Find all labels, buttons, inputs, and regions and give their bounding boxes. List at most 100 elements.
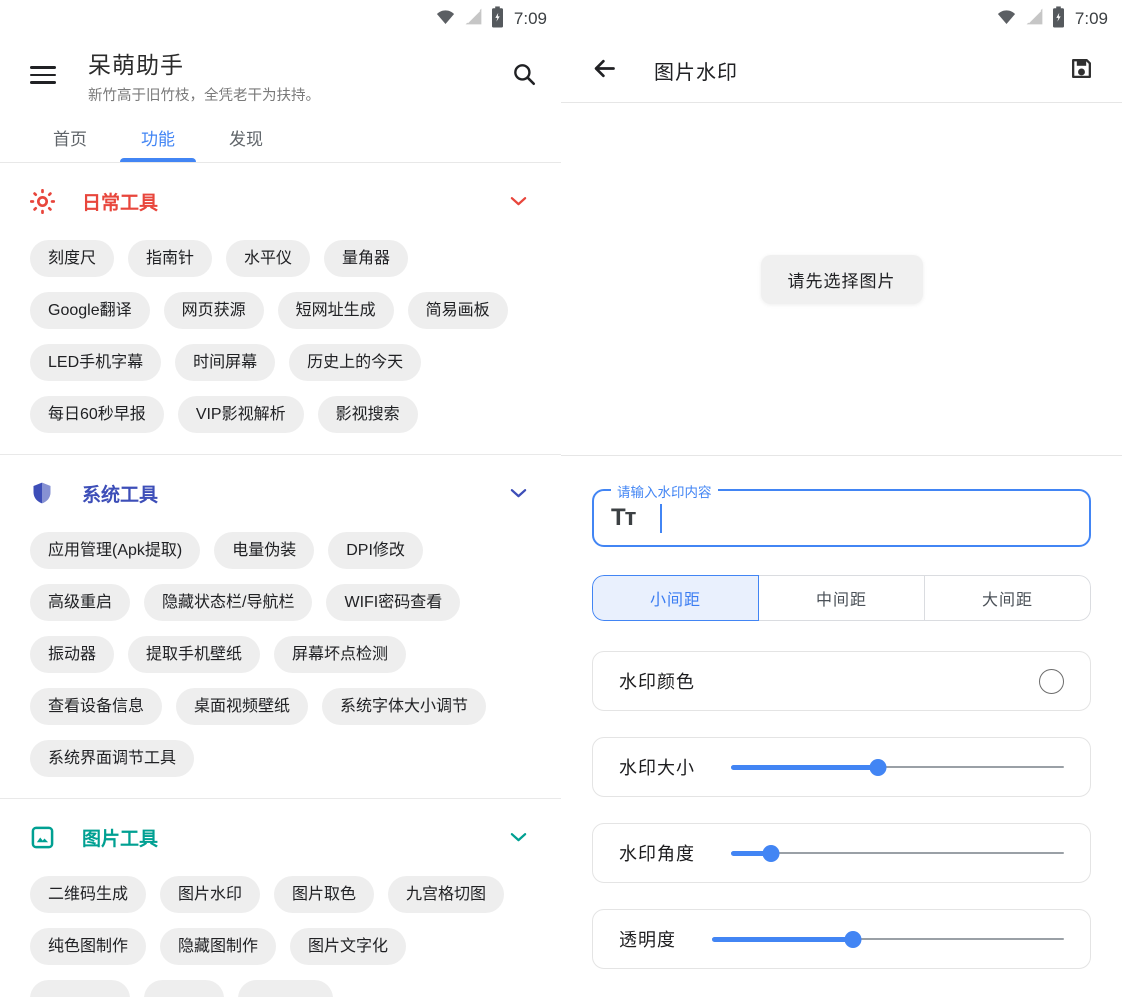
chip-row: 查看设备信息桌面视频壁纸系统字体大小调节 bbox=[30, 688, 531, 725]
tool-chip[interactable]: 振动器 bbox=[30, 636, 114, 673]
text-cursor bbox=[660, 504, 662, 533]
section-header: 图片工具 bbox=[30, 822, 531, 852]
tool-chip[interactable]: 纯色图制作 bbox=[30, 928, 146, 965]
tool-chip[interactable]: 历史上的今天 bbox=[289, 344, 421, 381]
chip-row: Google翻译网页获源短网址生成简易画板 bbox=[30, 292, 531, 329]
slider-track bbox=[731, 852, 1064, 854]
opacity-slider[interactable] bbox=[712, 928, 1064, 950]
slider-thumb[interactable] bbox=[844, 931, 861, 948]
tool-chip[interactable]: 短网址生成 bbox=[278, 292, 394, 329]
select-image-button[interactable]: 请先选择图片 bbox=[761, 255, 923, 304]
tool-chip[interactable]: 应用管理(Apk提取) bbox=[30, 532, 200, 569]
tool-chip[interactable]: 系统界面调节工具 bbox=[30, 740, 194, 777]
tool-chip[interactable]: 电量伪装 bbox=[214, 532, 314, 569]
section-header: 系统工具 bbox=[30, 478, 531, 508]
tool-chip[interactable]: 简易画板 bbox=[408, 292, 508, 329]
tab-item[interactable]: 发现 bbox=[202, 112, 290, 162]
tool-chip[interactable]: 指南针 bbox=[128, 240, 212, 277]
tool-chip[interactable]: 图片水印 bbox=[160, 876, 260, 913]
save-button[interactable] bbox=[1065, 52, 1098, 88]
screen-home: 7:09 呆萌助手 新竹高于旧竹枝，全凭老干为扶持。 首页功能发现 日常工具刻度… bbox=[0, 0, 561, 997]
tool-chip[interactable]: 每日60秒早报 bbox=[30, 396, 164, 433]
slider-thumb[interactable] bbox=[762, 845, 779, 862]
chip-row: 纯色图制作隐藏图制作图片文字化 bbox=[30, 928, 531, 965]
tool-chip[interactable]: 网页获源 bbox=[164, 292, 264, 329]
page-title: 图片水印 bbox=[654, 56, 1065, 85]
tool-chip[interactable]: LED手机字幕 bbox=[30, 344, 161, 381]
chip-row: 高级重启隐藏状态栏/导航栏 WIFI密码查看 bbox=[30, 584, 531, 621]
watermark-size-card: 水印大小 bbox=[592, 737, 1091, 797]
tool-chip[interactable] bbox=[144, 980, 224, 997]
no-signal-icon bbox=[1024, 6, 1045, 32]
tab-item[interactable]: 功能 bbox=[114, 112, 202, 162]
no-signal-icon bbox=[463, 6, 484, 32]
chip-row: 每日60秒早报 VIP影视解析影视搜索 bbox=[30, 396, 531, 433]
section-title: 日常工具 bbox=[82, 188, 158, 215]
chip-row: 系统界面调节工具 bbox=[30, 740, 531, 777]
chip-row: 二维码生成图片水印图片取色九宫格切图 bbox=[30, 876, 531, 913]
back-button[interactable] bbox=[587, 51, 622, 89]
tool-chip[interactable]: 时间屏幕 bbox=[175, 344, 275, 381]
tool-chip[interactable]: 高级重启 bbox=[30, 584, 130, 621]
screen-watermark: 7:09 图片水印 请先选择图片 请输入水印内容 Tт 小间距中间距大间距 水 bbox=[561, 0, 1122, 997]
tool-chip[interactable]: 图片文字化 bbox=[290, 928, 406, 965]
tool-chip[interactable]: DPI修改 bbox=[328, 532, 423, 569]
section-system-tools: 系统工具应用管理(Apk提取) 电量伪装 DPI修改高级重启隐藏状态栏/导航栏 WIF… bbox=[0, 454, 561, 798]
tool-chip[interactable]: 刻度尺 bbox=[30, 240, 114, 277]
tool-chip[interactable]: Google翻译 bbox=[30, 292, 150, 329]
watermark-app-bar: 图片水印 bbox=[561, 38, 1122, 102]
spacing-option[interactable]: 大间距 bbox=[924, 575, 1091, 621]
card-label: 水印颜色 bbox=[619, 668, 695, 694]
image-preview-area: 请先选择图片 bbox=[561, 103, 1122, 455]
tool-chip[interactable]: 屏幕坏点检测 bbox=[274, 636, 406, 673]
watermark-text-input[interactable]: 请输入水印内容 Tт bbox=[592, 489, 1091, 547]
tool-chip[interactable]: VIP影视解析 bbox=[178, 396, 304, 433]
slider-thumb[interactable] bbox=[869, 759, 886, 776]
card-label: 水印大小 bbox=[619, 754, 695, 780]
menu-button[interactable] bbox=[26, 57, 60, 93]
tool-chip[interactable]: 图片取色 bbox=[274, 876, 374, 913]
wifi-icon bbox=[435, 6, 456, 32]
tool-chip[interactable]: 隐藏图制作 bbox=[160, 928, 276, 965]
spacing-option[interactable]: 小间距 bbox=[592, 575, 759, 621]
tool-chip[interactable]: 九宫格切图 bbox=[388, 876, 504, 913]
watermark-angle-slider[interactable] bbox=[731, 842, 1064, 864]
tool-chip[interactable]: 水平仪 bbox=[226, 240, 310, 277]
tool-chip[interactable] bbox=[238, 980, 333, 997]
status-icons: 7:09 bbox=[435, 6, 547, 33]
watermark-angle-card: 水印角度 bbox=[592, 823, 1091, 883]
search-button[interactable] bbox=[507, 57, 541, 94]
spacing-option[interactable]: 中间距 bbox=[758, 575, 925, 621]
watermark-color-swatch[interactable] bbox=[1039, 669, 1064, 694]
watermark-size-slider[interactable] bbox=[731, 756, 1064, 778]
tool-chip[interactable]: 量角器 bbox=[324, 240, 408, 277]
tab-bar: 首页功能发现 bbox=[0, 112, 561, 162]
tool-chip[interactable]: 隐藏状态栏/导航栏 bbox=[144, 584, 312, 621]
tool-chip[interactable]: WIFI密码查看 bbox=[326, 584, 460, 621]
chevron-down-icon[interactable] bbox=[510, 488, 531, 499]
tool-chip[interactable]: 二维码生成 bbox=[30, 876, 146, 913]
status-icons: 7:09 bbox=[996, 6, 1108, 33]
tool-chip[interactable]: 查看设备信息 bbox=[30, 688, 162, 725]
tool-chip[interactable]: 提取手机壁纸 bbox=[128, 636, 260, 673]
section-header: 日常工具 bbox=[30, 186, 531, 216]
tool-chip[interactable] bbox=[30, 980, 130, 997]
chip-row: 刻度尺指南针水平仪量角器 bbox=[30, 240, 531, 277]
section-divider bbox=[561, 455, 1122, 456]
chip-row bbox=[30, 980, 531, 997]
section-title: 图片工具 bbox=[82, 824, 158, 851]
chevron-down-icon[interactable] bbox=[510, 196, 531, 207]
tool-chip[interactable]: 系统字体大小调节 bbox=[322, 688, 486, 725]
chevron-down-icon[interactable] bbox=[510, 832, 531, 843]
section-title: 系统工具 bbox=[82, 480, 158, 507]
tool-chip[interactable]: 桌面视频壁纸 bbox=[176, 688, 308, 725]
tool-chip[interactable]: 影视搜索 bbox=[318, 396, 418, 433]
image-icon bbox=[30, 825, 55, 850]
wifi-icon bbox=[996, 6, 1017, 32]
battery-charging-icon bbox=[1052, 6, 1065, 33]
search-icon bbox=[511, 61, 537, 90]
chip-row: 振动器提取手机壁纸屏幕坏点检测 bbox=[30, 636, 531, 673]
tab-item[interactable]: 首页 bbox=[26, 112, 114, 162]
opacity-card: 透明度 bbox=[592, 909, 1091, 969]
two-screen-layout: 7:09 呆萌助手 新竹高于旧竹枝，全凭老干为扶持。 首页功能发现 日常工具刻度… bbox=[0, 0, 1122, 997]
